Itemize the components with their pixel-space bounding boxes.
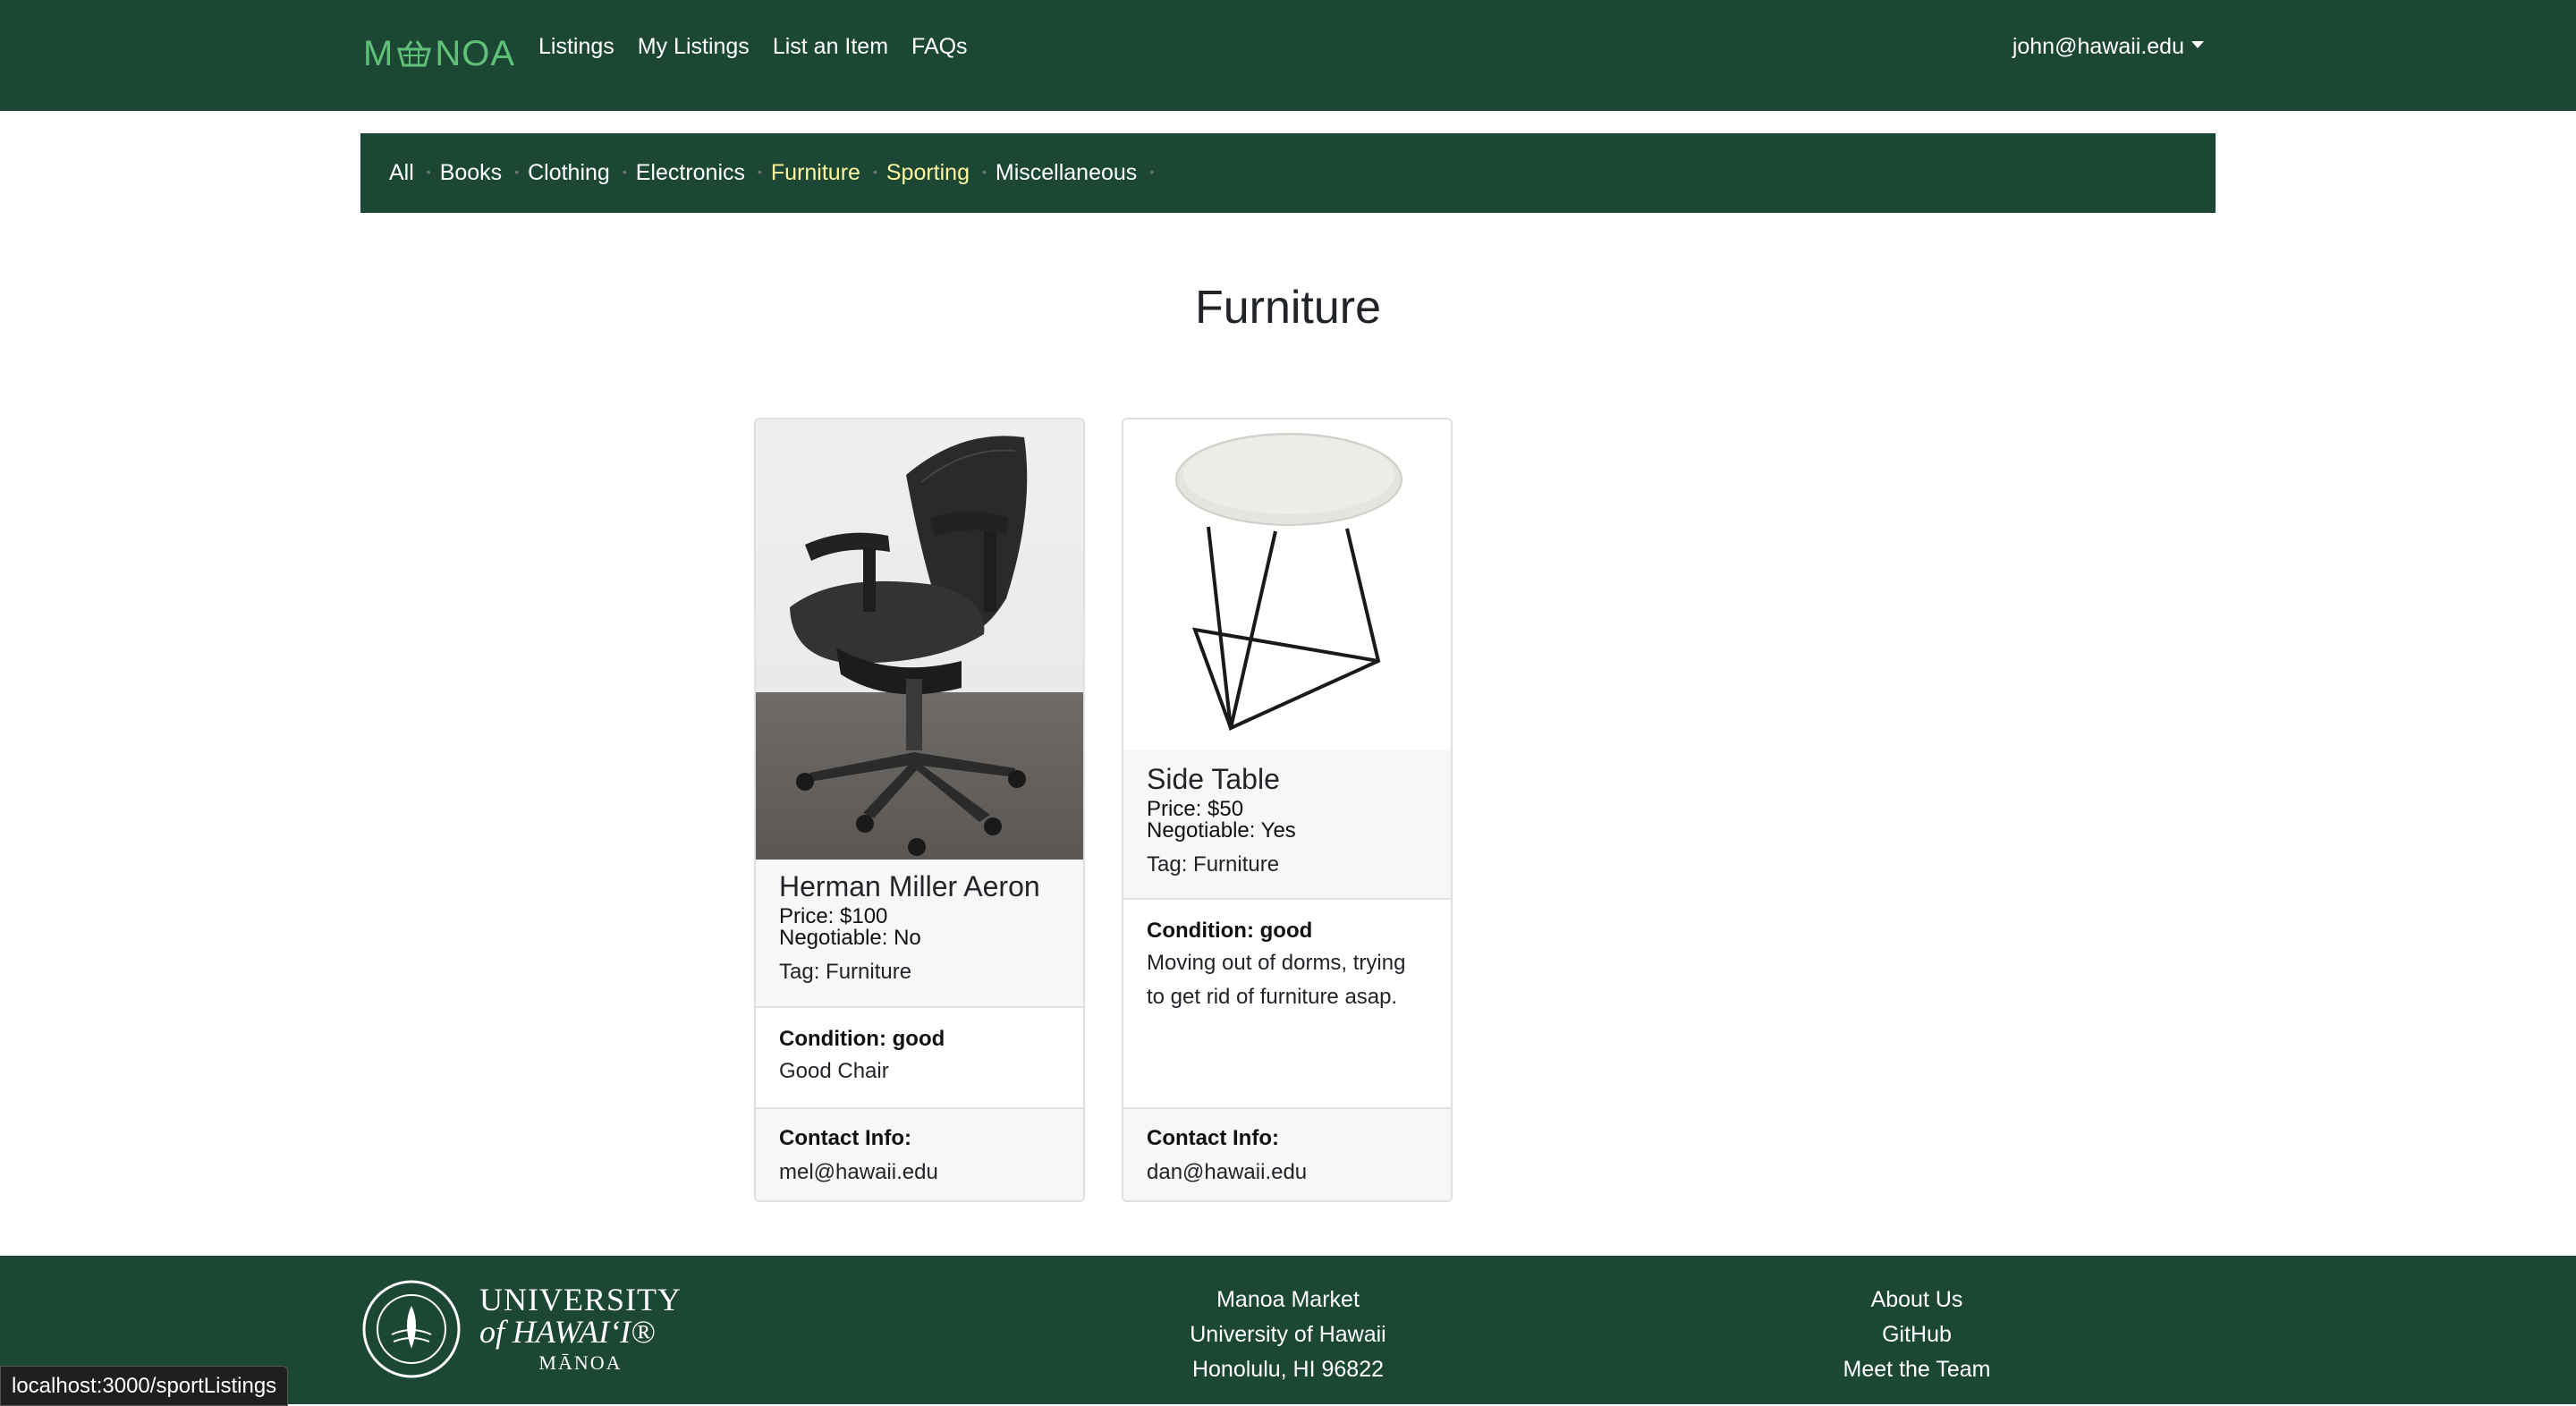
basket-icon xyxy=(397,40,432,67)
brand-logo[interactable]: M NOA xyxy=(363,27,515,80)
main-nav: Listings My Listings List an Item FAQs xyxy=(538,34,968,60)
nav-my-listings[interactable]: My Listings xyxy=(638,34,750,60)
page-footer: UNIVERSITY of HAWAI‘I® MĀNOA Manoa Marke… xyxy=(0,1256,2576,1404)
listing-price: Price: $100 xyxy=(779,904,888,928)
card-header: Herman Miller Aeron Price: $100 Negotiab… xyxy=(756,860,1083,984)
uh-logo-university: UNIVERSITY xyxy=(479,1282,682,1317)
card-body: Condition: good Good Chair xyxy=(756,1006,1083,1111)
top-navbar: M NOA Listings My Listings List an Item … xyxy=(0,0,2576,111)
office-chair-icon xyxy=(790,436,1028,856)
caret-down-icon xyxy=(2191,40,2204,48)
footer-link-github[interactable]: GitHub xyxy=(1827,1317,2006,1352)
listing-condition: Condition: good xyxy=(779,1027,945,1051)
footer-address: Manoa Market University of Hawaii Honolu… xyxy=(1109,1283,1467,1387)
uh-logo-manoa: MĀNOA xyxy=(538,1351,623,1374)
category-miscellaneous[interactable]: Miscellaneous xyxy=(996,160,1137,186)
nav-listings[interactable]: Listings xyxy=(538,34,614,60)
brand-text-start: M xyxy=(363,33,394,73)
category-furniture[interactable]: Furniture xyxy=(771,160,860,186)
contact-email: dan@hawaii.edu xyxy=(1147,1160,1308,1184)
category-all[interactable]: All xyxy=(389,160,414,186)
card-body: Condition: good Moving out of dorms, try… xyxy=(1123,898,1451,1113)
listing-tag: Tag: Furniture xyxy=(779,960,912,984)
separator-dot: • xyxy=(514,164,520,179)
footer-links: About Us GitHub Meet the Team xyxy=(1827,1283,2006,1387)
card-footer: Contact Info: dan@hawaii.edu xyxy=(1123,1107,1451,1200)
listing-price: Price: $50 xyxy=(1147,797,1244,821)
footer-link-about-us[interactable]: About Us xyxy=(1827,1283,2006,1317)
brand-text-end: NOA xyxy=(435,33,516,73)
listing-negotiable: Negotiable: No xyxy=(779,926,921,950)
card-footer: Contact Info: mel@hawaii.edu xyxy=(756,1107,1083,1200)
page-title: Furniture xyxy=(1194,282,1382,334)
listing-condition: Condition: good xyxy=(1147,919,1313,943)
footer-link-meet-the-team[interactable]: Meet the Team xyxy=(1827,1352,2006,1387)
category-clothing[interactable]: Clothing xyxy=(528,160,610,186)
listing-tag: Tag: Furniture xyxy=(1147,852,1280,877)
separator-dot: • xyxy=(622,164,627,179)
separator-dot: • xyxy=(758,164,762,179)
side-table-icon xyxy=(1175,433,1402,731)
uh-manoa-logo: UNIVERSITY of HAWAI‘I® MĀNOA xyxy=(361,1279,682,1379)
category-electronics[interactable]: Electronics xyxy=(636,160,745,186)
footer-site-name: Manoa Market xyxy=(1216,1287,1360,1312)
separator-dot: • xyxy=(426,164,431,179)
listing-description-line: Moving out of dorms, trying xyxy=(1147,951,1406,975)
nav-list-an-item[interactable]: List an Item xyxy=(773,34,888,60)
category-bar: All • Books • Clothing • Electronics • F… xyxy=(360,133,2216,213)
card-header: Side Table Price: $50 Negotiable: Yes Ta… xyxy=(1123,750,1451,898)
contact-email: mel@hawaii.edu xyxy=(779,1160,938,1184)
status-bar-url: localhost:3000/sportListings xyxy=(0,1366,289,1406)
university-seal-icon xyxy=(362,1280,461,1378)
user-dropdown[interactable]: john@hawaii.edu xyxy=(2012,34,2204,60)
user-email: john@hawaii.edu xyxy=(2012,34,2184,59)
category-sporting[interactable]: Sporting xyxy=(886,160,970,186)
separator-dot: • xyxy=(1149,164,1155,179)
listing-title: Herman Miller Aeron xyxy=(779,870,1040,902)
contact-label: Contact Info: xyxy=(1147,1126,1279,1150)
listing-card[interactable]: Herman Miller Aeron Price: $100 Negotiab… xyxy=(754,418,1085,1202)
separator-dot: • xyxy=(981,164,987,179)
footer-university: University of Hawaii xyxy=(1190,1322,1386,1347)
nav-faqs[interactable]: FAQs xyxy=(911,34,968,60)
uh-logo-hawaii: of HAWAI‘I® xyxy=(479,1314,656,1350)
listing-title: Side Table xyxy=(1147,763,1280,795)
category-books[interactable]: Books xyxy=(440,160,502,186)
listing-description: Good Chair xyxy=(779,1059,889,1083)
contact-label: Contact Info: xyxy=(779,1126,911,1150)
footer-city: Honolulu, HI 96822 xyxy=(1191,1357,1385,1382)
listing-negotiable: Negotiable: Yes xyxy=(1147,818,1296,843)
listing-description-line: to get rid of furniture asap. xyxy=(1147,985,1398,1009)
chair-image xyxy=(756,419,1083,860)
separator-dot: • xyxy=(872,164,877,179)
side-table-image xyxy=(1123,419,1451,750)
listing-card[interactable]: Side Table Price: $50 Negotiable: Yes Ta… xyxy=(1122,418,1453,1202)
